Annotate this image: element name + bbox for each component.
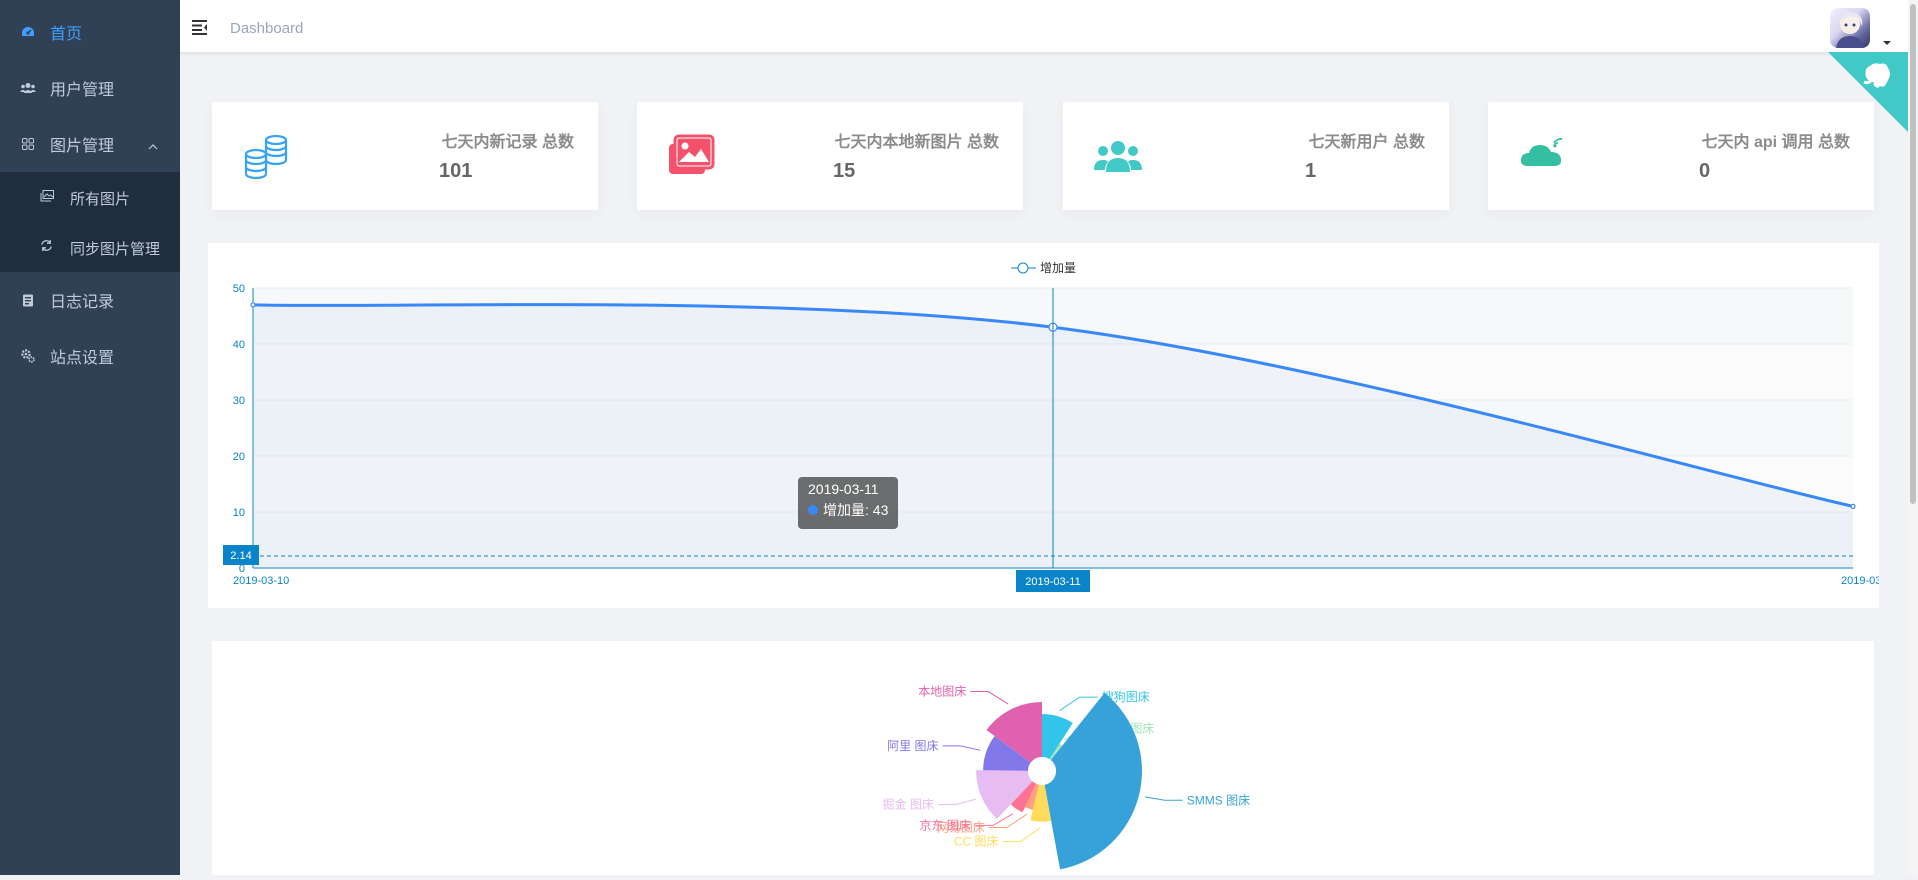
avatar[interactable] <box>1830 8 1870 48</box>
pictures-icon <box>667 132 715 180</box>
sidebar-subitem-sync[interactable]: 同步图片管理 <box>0 222 180 272</box>
card-title: 七天新用户 总数 <box>1308 134 1425 151</box>
card-value: 1 <box>1305 160 1317 182</box>
pie-center <box>1028 757 1056 785</box>
tooltip-title: 2019-03-11 <box>808 481 879 497</box>
dashboard-icon <box>20 24 36 40</box>
legend-label: 增加量 <box>1040 261 1076 275</box>
card-value: 15 <box>833 160 856 182</box>
tooltip-text: 增加量: 43 <box>823 502 889 518</box>
pie-label-line <box>942 745 981 751</box>
sidebar-subitem-all-images[interactable]: 所有图片 <box>0 172 180 222</box>
sidebar-item-label: 站点设置 <box>50 350 115 367</box>
card-title: 七天内新记录 总数 <box>441 134 574 151</box>
data-point <box>1850 503 1856 509</box>
pie-label: 掘金 图床 <box>883 797 934 812</box>
card-title: 七天内 api 调用 总数 <box>1701 134 1850 151</box>
line-chart-panel: 0 10 20 30 40 50 2019-03-10 2019-03 2019-03-11 2.… <box>208 243 1881 608</box>
scrollbar-thumb[interactable] <box>1910 4 1916 504</box>
sidebar-item-label: 图片管理 <box>50 138 115 155</box>
scrollbar[interactable] <box>1908 0 1918 875</box>
y-tick-label: 20 <box>233 451 245 463</box>
pie-label: SMMS 图床 <box>1187 793 1250 807</box>
pie-label: 阿里 图床 <box>887 739 938 753</box>
sidebar-subitem-label: 所有图片 <box>70 191 131 208</box>
hamburger-icon[interactable] <box>192 19 208 35</box>
settings-icon <box>20 348 36 364</box>
chart-tooltip: 2019-03-11 增加量: 43 <box>798 477 898 529</box>
pie-label-line <box>970 691 1009 705</box>
sidebar-item-home[interactable]: 首页 <box>0 4 180 60</box>
pie-label: 本地图床 <box>918 685 966 699</box>
sidebar-item-label: 首页 <box>50 26 83 43</box>
card-title: 七天内本地新图片 总数 <box>834 134 999 151</box>
x-tick-label: 2019-03 <box>1841 575 1879 587</box>
log-icon <box>20 292 36 308</box>
users-icon <box>20 80 36 96</box>
stat-card-api-calls[interactable]: 七天内 api 调用 总数 0 <box>1488 102 1874 210</box>
sidebar-item-label: 用户管理 <box>50 82 115 99</box>
pie-label-line <box>1144 796 1183 801</box>
caret-down-icon[interactable] <box>1882 34 1892 45</box>
cloud-icon <box>1518 132 1566 180</box>
pie-chart[interactable]: 本地图床搜狗图床微博图床SMMS 图床CC 图床网易图床京东 图床掘金 图床阿里… <box>212 641 1874 875</box>
picture-icon <box>40 189 56 205</box>
crosshair-y-label: 2.14 <box>230 550 251 562</box>
stat-card-local-images[interactable]: 七天内本地新图片 总数 15 <box>637 102 1023 210</box>
sidebar-subitem-label: 同步图片管理 <box>70 241 161 258</box>
tooltip-marker <box>808 505 818 515</box>
stat-card-new-records[interactable]: 七天内新记录 总数 101 <box>212 102 598 210</box>
navbar: Dashboard <box>180 0 1918 53</box>
sidebar-item-logs[interactable]: 日志记录 <box>0 272 180 328</box>
images-icon <box>20 136 36 152</box>
sidebar-item-label: 日志记录 <box>50 294 115 311</box>
sidebar-item-users[interactable]: 用户管理 <box>0 60 180 116</box>
pie-label-line <box>1002 827 1041 843</box>
sidebar-item-settings[interactable]: 站点设置 <box>0 328 180 384</box>
sidebar-item-images[interactable]: 图片管理 <box>0 116 180 172</box>
pie-label: 京东 图床 <box>920 818 971 832</box>
pie-chart-panel: 本地图床搜狗图床微博图床SMMS 图床CC 图床网易图床京东 图床掘金 图床阿里… <box>212 641 1874 875</box>
coins-icon <box>242 132 290 180</box>
legend-marker <box>1017 262 1029 274</box>
users-group-icon <box>1093 132 1142 180</box>
card-value: 0 <box>1699 160 1711 182</box>
y-tick-label: 40 <box>233 339 245 351</box>
chart-legend: 增加量 <box>1011 261 1076 275</box>
data-point <box>250 302 256 308</box>
pie-label: CC 图床 <box>954 835 999 849</box>
sync-icon <box>40 239 56 255</box>
y-tick-label: 50 <box>233 283 245 295</box>
card-value: 101 <box>439 160 473 182</box>
stat-card-new-users[interactable]: 七天新用户 总数 1 <box>1063 102 1449 210</box>
y-tick-label: 30 <box>233 395 245 407</box>
line-chart[interactable]: 010203040502019-03-10 2019-032019-03-112.… <box>208 243 1881 608</box>
x-tick-label: 2019-03-10 <box>233 575 289 587</box>
breadcrumb[interactable]: Dashboard <box>230 20 303 37</box>
y-tick-label: 10 <box>233 507 245 519</box>
sidebar: 首页 用户管理 图片管理 所有图片 同步图片管理 日志记录 站点设置 <box>0 0 180 875</box>
chevron-up-icon <box>148 138 158 150</box>
crosshair-x-label: 2019-03-11 <box>1025 576 1080 588</box>
pie-label-line <box>937 798 977 806</box>
